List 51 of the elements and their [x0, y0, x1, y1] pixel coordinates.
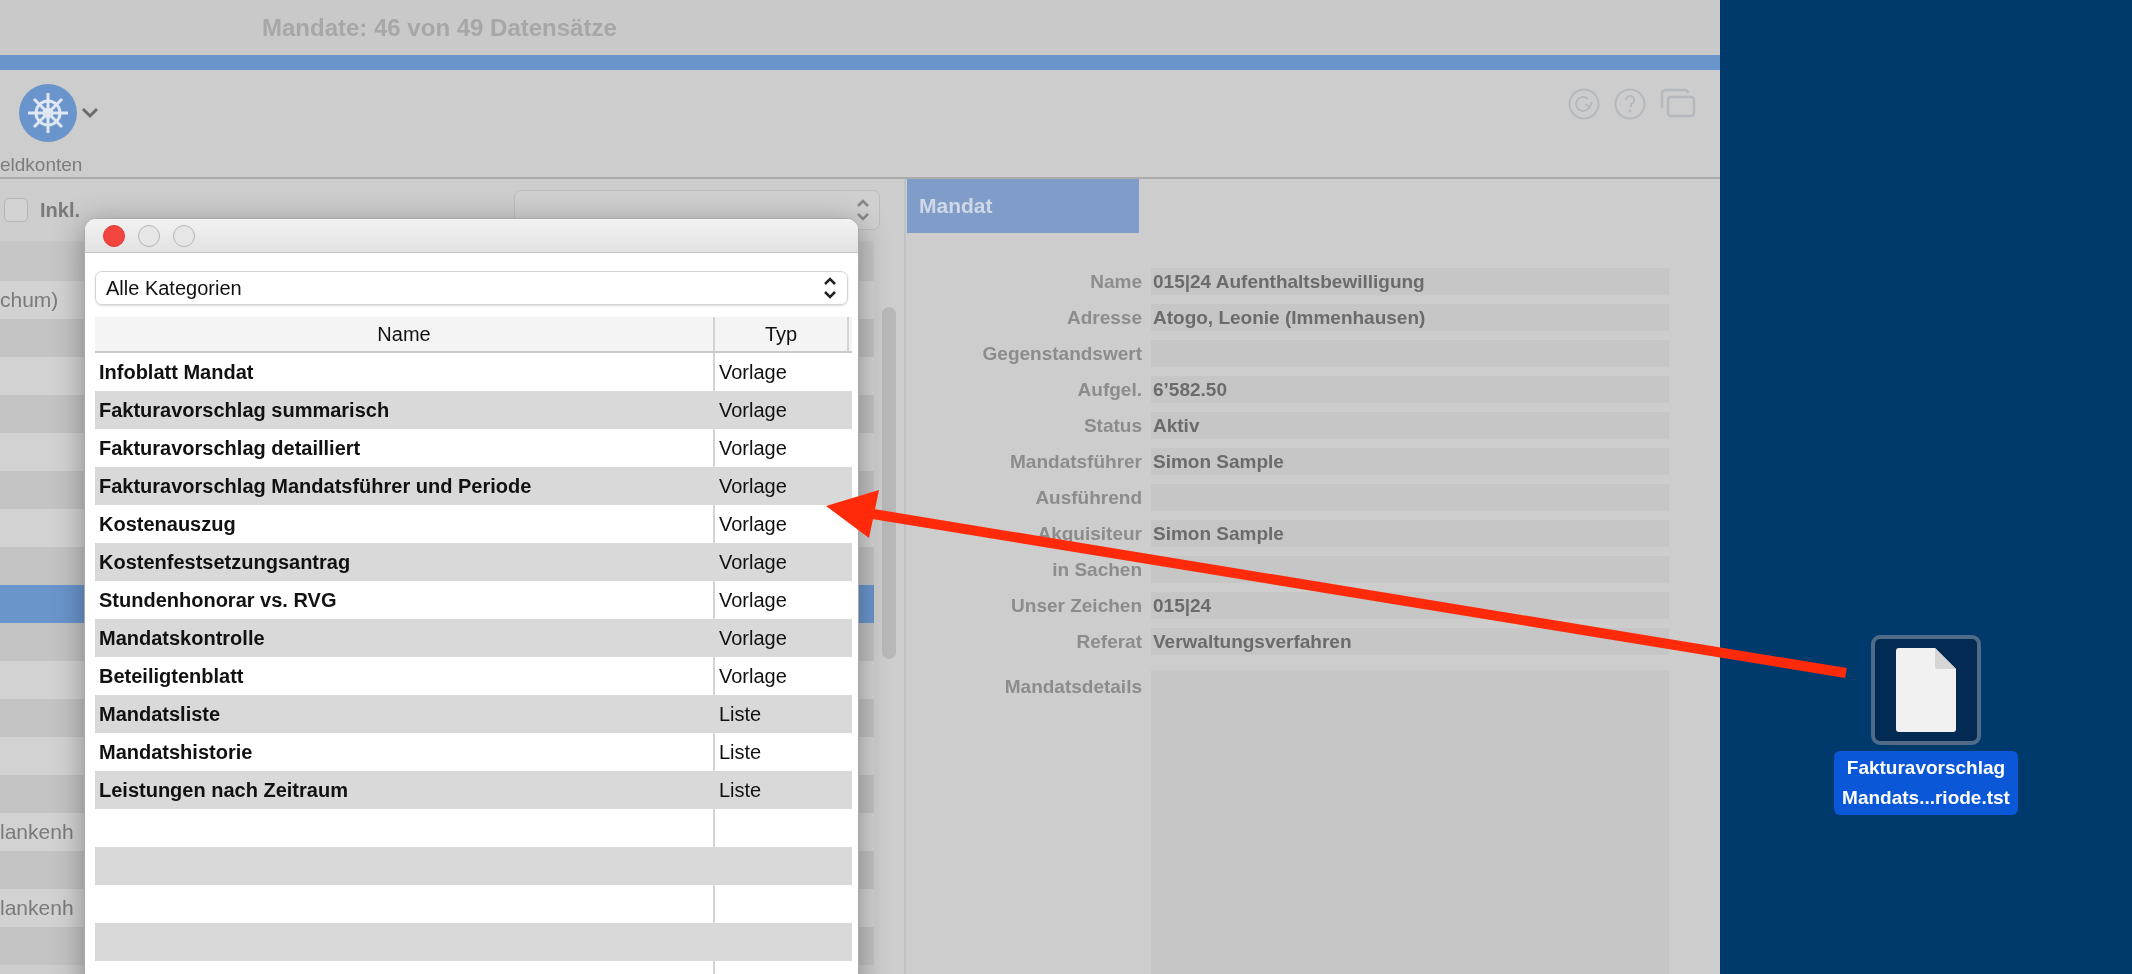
table-cell[interactable]: Vorlage — [715, 467, 849, 505]
windows-icon[interactable] — [1660, 88, 1696, 118]
table-cell[interactable]: Vorlage — [715, 429, 849, 467]
table-cell[interactable]: Vorlage — [715, 657, 849, 695]
field-label: Mandatsführer — [1009, 450, 1142, 473]
toolbar-label: eldkonten — [0, 154, 84, 176]
field-label: Gegenstandswert — [981, 342, 1142, 365]
column-header[interactable]: Name — [95, 317, 715, 351]
field-label: Unser Zeichen — [1010, 594, 1142, 617]
table-cell[interactable]: Vorlage — [715, 581, 849, 619]
field-label: Mandatsdetails — [1003, 675, 1142, 698]
minimize-button[interactable] — [138, 224, 160, 247]
refresh-icon[interactable] — [1568, 88, 1600, 120]
chevron-updown-icon — [823, 276, 837, 301]
table-cell[interactable]: Vorlage — [715, 353, 849, 391]
table-cell[interactable]: Mandatsliste — [95, 695, 715, 733]
help-icon[interactable] — [1614, 88, 1646, 120]
empty-table-row[interactable] — [95, 923, 852, 961]
field-label: Referat — [1075, 630, 1142, 653]
field-label: Adresse — [1066, 306, 1142, 329]
category-dropdown[interactable]: Alle Kategorien — [95, 271, 848, 305]
zoom-button[interactable] — [173, 224, 195, 247]
table-cell[interactable]: Liste — [715, 733, 849, 771]
field-label: Status — [1082, 414, 1142, 437]
table-cell[interactable]: Leistungen nach Zeitraum — [95, 771, 715, 809]
table-cell[interactable]: Fakturavorschlag summarisch — [95, 391, 715, 429]
column-header[interactable]: Typ — [715, 317, 849, 351]
table-cell[interactable]: Kostenfestsetzungsantrag — [95, 543, 715, 581]
file-name[interactable]: Fakturavorschlag Mandats...riode.tst — [1834, 751, 2018, 815]
field-label: Ausführend — [1034, 486, 1142, 509]
table-cell[interactable]: Vorlage — [715, 619, 849, 657]
file-icon[interactable] — [1871, 635, 1981, 745]
table-cell[interactable]: Mandatskontrolle — [95, 619, 715, 657]
field-label: Name — [1089, 270, 1142, 293]
table-cell[interactable]: Vorlage — [715, 391, 849, 429]
table-cell[interactable]: Fakturavorschlag Mandatsführer und Periode — [95, 467, 715, 505]
table-cell[interactable]: Vorlage — [715, 543, 849, 581]
chevron-down-icon[interactable] — [81, 107, 99, 119]
field-label: Aufgel. — [1076, 378, 1142, 401]
ship-wheel-icon[interactable] — [19, 84, 77, 142]
scrollbar-thumb[interactable] — [882, 307, 896, 659]
field-label: in Sachen — [1051, 558, 1142, 581]
empty-table-row[interactable] — [95, 847, 852, 885]
table-cell[interactable]: Liste — [715, 695, 849, 733]
table-cell[interactable]: Vorlage — [715, 505, 849, 543]
close-button[interactable] — [103, 224, 125, 247]
table-cell[interactable]: Liste — [715, 771, 849, 809]
chevron-updown-icon — [855, 197, 871, 223]
checkbox-label: Inkl. — [40, 198, 80, 222]
field-label: Akquisiteur — [1036, 522, 1142, 545]
checkbox[interactable] — [4, 198, 28, 222]
